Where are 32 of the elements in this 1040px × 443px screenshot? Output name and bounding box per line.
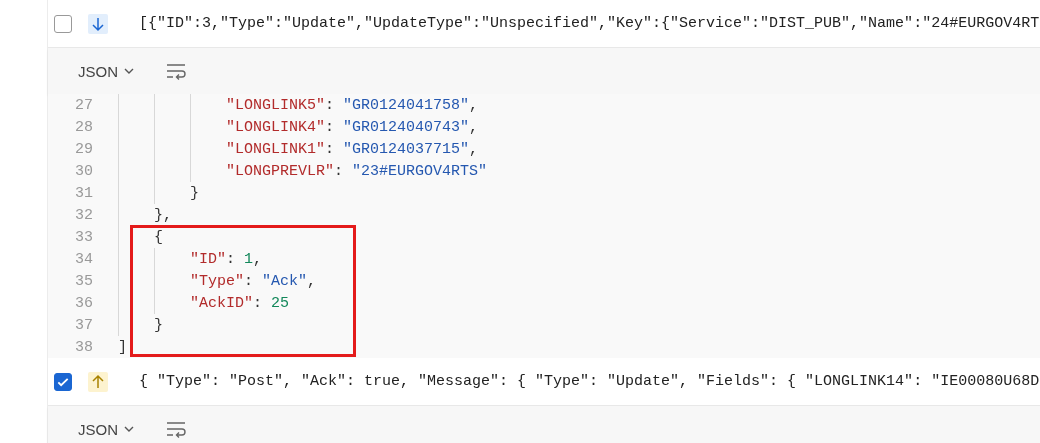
- code-line: {: [154, 228, 163, 246]
- code-line: "LONGLINK1": "GR0124037715",: [226, 140, 479, 158]
- line-number: 28: [74, 118, 93, 136]
- line-number: 35: [74, 272, 93, 290]
- line-number: 32: [74, 206, 93, 224]
- code-line: ]: [118, 338, 127, 356]
- line-number: 33: [74, 228, 93, 246]
- line-number: 31: [74, 184, 93, 202]
- line-number: 30: [74, 162, 93, 180]
- format-dropdown[interactable]: JSON: [74, 60, 139, 82]
- line-number: 34: [74, 250, 93, 268]
- line-number: 27: [74, 96, 93, 114]
- word-wrap-icon[interactable]: [165, 62, 187, 80]
- checkbox[interactable]: [54, 372, 72, 391]
- message-summary: [{"ID":3,"Type":"Update","UpdateType":"Unspecified","Key":{"Service":"DIST_PUB","Name":"24#EURGOV4RT: [139, 15, 1040, 32]
- word-wrap-icon[interactable]: [165, 420, 187, 438]
- line-number: 36: [74, 294, 93, 312]
- code-line: }: [154, 316, 163, 334]
- code-line: "ID": 1,: [190, 250, 263, 268]
- line-number: 38: [74, 338, 93, 356]
- code-line: }: [190, 184, 199, 202]
- line-number: 37: [74, 316, 93, 334]
- line-number: 29: [74, 140, 93, 158]
- code-line: "Type": "Ack",: [190, 272, 317, 290]
- code-line: },: [154, 206, 172, 224]
- checkbox[interactable]: [54, 14, 72, 33]
- code-line: "LONGLINK4": "GR0124040743",: [226, 118, 479, 136]
- format-dropdown[interactable]: JSON: [74, 418, 139, 440]
- code-line: "AckID": 25: [190, 294, 290, 312]
- code-line: "LONGLINK5": "GR0124041758",: [226, 96, 479, 114]
- code-line: "LONGPREVLR": "23#EURGOV4RTS": [226, 162, 488, 180]
- message-summary: { "Type": "Post", "Ack": true, "Message": { "Type": "Update", "Fields": { "LONGLINK14": "IE00080U68D: [139, 373, 1040, 390]
